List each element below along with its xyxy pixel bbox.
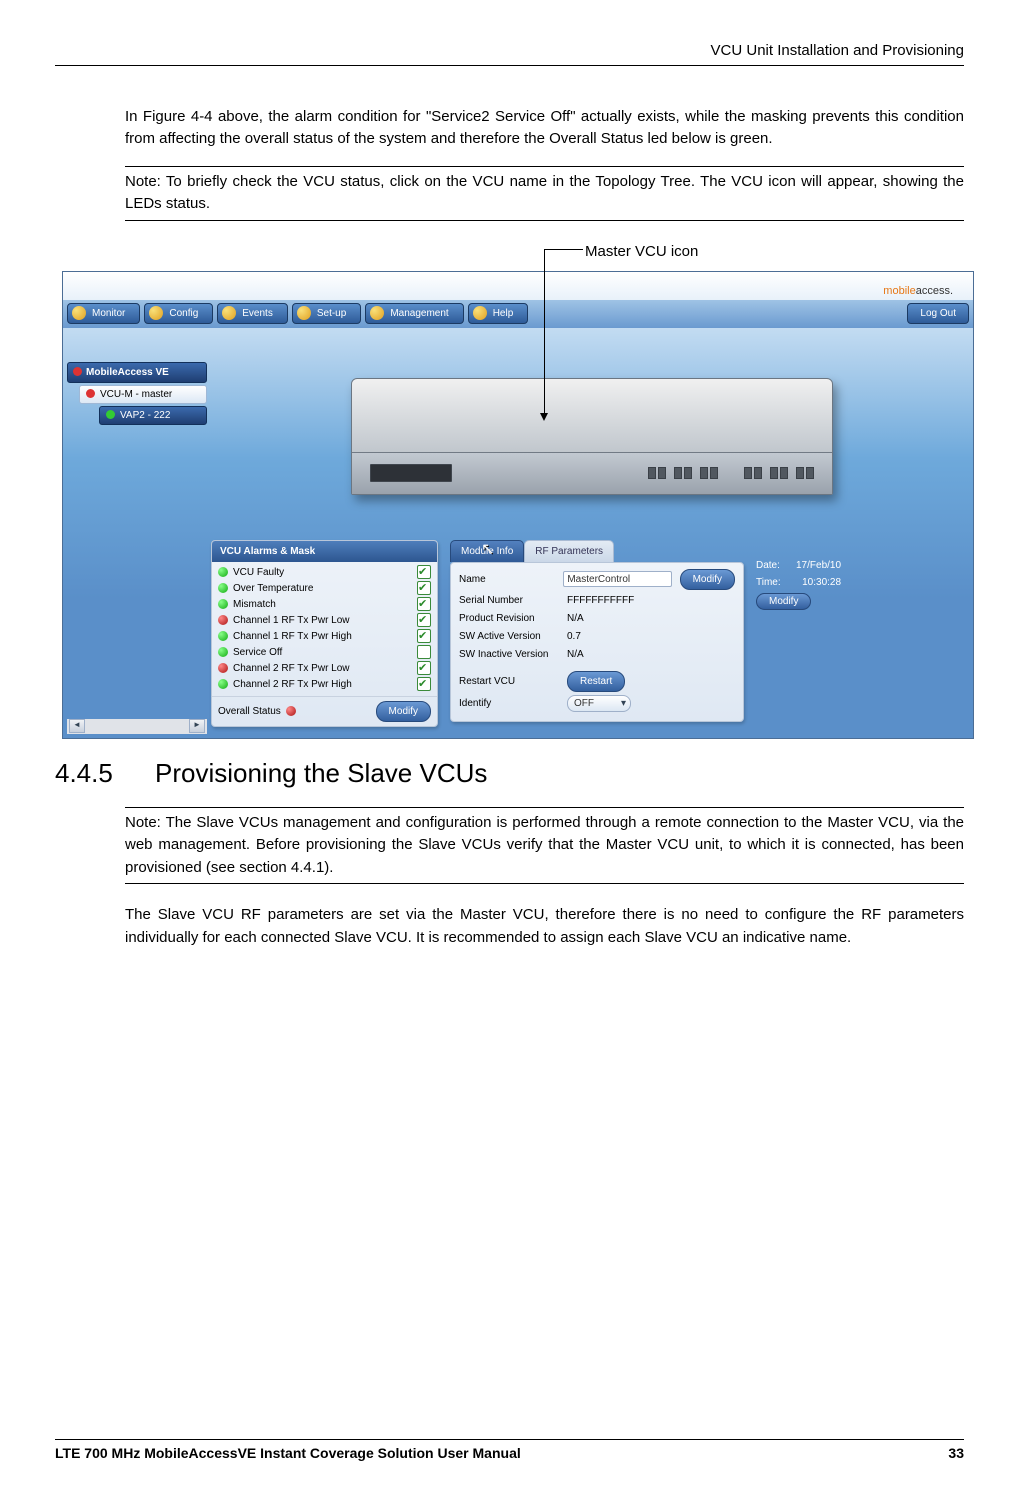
- logo: mobileaccess.: [883, 283, 953, 300]
- page-header: VCU Unit Installation and Provisioning: [55, 40, 964, 66]
- mask-checkbox[interactable]: [417, 565, 431, 579]
- status-dot-icon: [218, 663, 228, 673]
- serial-value: FFFFFFFFFFF: [567, 593, 679, 608]
- logout-button[interactable]: Log Out: [907, 303, 969, 324]
- menu-monitor[interactable]: Monitor: [67, 303, 140, 324]
- section-title: Provisioning the Slave VCUs: [155, 758, 487, 788]
- sidebar: MobileAccess VE VCU-M - master VAP2 - 22…: [63, 328, 211, 738]
- module-info-panel: Name MasterControl Modify Serial NumberF…: [450, 562, 744, 722]
- app-window: mobileaccess. Monitor Config Events Set-…: [62, 271, 974, 739]
- restart-button[interactable]: Restart: [567, 671, 625, 692]
- tree-root[interactable]: MobileAccess VE: [67, 362, 207, 383]
- status-dot-icon: [218, 679, 228, 689]
- alarms-modify-button[interactable]: Modify: [376, 701, 431, 722]
- vcu-device-icon[interactable]: [351, 378, 833, 495]
- alarm-row: VCU Faulty: [218, 565, 431, 581]
- arrow-down-icon: [540, 413, 548, 421]
- footer-title: LTE 700 MHz MobileAccessVE Instant Cover…: [55, 1443, 521, 1464]
- callout-vline: [544, 249, 545, 414]
- alarms-title: VCU Alarms & Mask: [212, 541, 437, 562]
- ports-icon: [370, 464, 452, 482]
- overall-status-dot-icon: [286, 706, 296, 716]
- callout: Master VCU icon: [535, 241, 964, 271]
- product-rev-label: Product Revision: [459, 611, 567, 626]
- cursor-icon: ↖: [481, 538, 494, 562]
- sw-inactive-label: SW Inactive Version: [459, 647, 567, 662]
- status-dot-icon: [218, 647, 228, 657]
- section-heading: 4.4.5Provisioning the Slave VCUs: [55, 754, 964, 793]
- name-input[interactable]: MasterControl: [563, 571, 671, 587]
- menu-config[interactable]: Config: [144, 303, 213, 324]
- product-rev-value: N/A: [567, 611, 679, 626]
- tree-node-vap2[interactable]: VAP2 - 222: [99, 406, 207, 425]
- restart-label: Restart VCU: [459, 674, 567, 689]
- date-label: Date:: [756, 558, 796, 573]
- alarm-row: Channel 1 RF Tx Pwr Low: [218, 613, 431, 629]
- status-dot-icon: [218, 583, 228, 593]
- alarm-row: Channel 1 RF Tx Pwr High: [218, 629, 431, 645]
- identify-select[interactable]: OFF: [567, 695, 631, 712]
- scroll-left-icon[interactable]: ◄: [69, 719, 85, 733]
- menu-setup[interactable]: Set-up: [292, 303, 361, 324]
- sidebar-h-scrollbar[interactable]: ◄ ►: [67, 719, 207, 734]
- scroll-right-icon[interactable]: ►: [189, 719, 205, 733]
- app-titlebar: mobileaccess.: [63, 272, 973, 300]
- alarm-row: Over Temperature: [218, 581, 431, 597]
- identify-label: Identify: [459, 696, 567, 711]
- alarm-row: Channel 2 RF Tx Pwr High: [218, 677, 431, 693]
- content-area: ↖ VCU Alarms & Mask VCU Faulty Over Temp…: [211, 328, 973, 738]
- sw-inactive-value: N/A: [567, 647, 679, 662]
- page-footer: LTE 700 MHz MobileAccessVE Instant Cover…: [55, 1439, 964, 1464]
- overall-status-label: Overall Status: [218, 704, 281, 719]
- mask-checkbox[interactable]: [417, 629, 431, 643]
- sw-active-value: 0.7: [567, 629, 679, 644]
- status-dot-icon: [218, 599, 228, 609]
- alarm-row: Mismatch: [218, 597, 431, 613]
- time-value: 10:30:28: [802, 575, 841, 590]
- footer-page-number: 33: [948, 1443, 964, 1464]
- mask-checkbox[interactable]: [417, 645, 431, 659]
- status-dot-icon: [218, 567, 228, 577]
- menu-help[interactable]: Help: [468, 303, 529, 324]
- time-label: Time:: [756, 575, 796, 590]
- menubar: Monitor Config Events Set-up Management …: [63, 300, 973, 328]
- mask-checkbox[interactable]: [417, 597, 431, 611]
- vcu-front-panel: [352, 452, 832, 494]
- note-box-1: Note: To briefly check the VCU status, c…: [125, 166, 964, 221]
- body-paragraph-1: In Figure 4-4 above, the alarm condition…: [125, 106, 964, 151]
- mask-checkbox[interactable]: [417, 613, 431, 627]
- module-panel-wrap: Module Info RF Parameters Name MasterCon…: [450, 540, 744, 722]
- menu-events[interactable]: Events: [217, 303, 288, 324]
- alarms-list: VCU Faulty Over Temperature Mismatch Cha…: [212, 562, 437, 696]
- callout-line: [545, 249, 583, 250]
- mask-checkbox[interactable]: [417, 677, 431, 691]
- datetime-panel: Date:17/Feb/10 Time: 10:30:28 Modify: [756, 540, 841, 610]
- led-block: [648, 467, 814, 479]
- body-paragraph-2: The Slave VCU RF parameters are set via …: [125, 904, 964, 949]
- serial-label: Serial Number: [459, 593, 567, 608]
- main-area: MobileAccess VE VCU-M - master VAP2 - 22…: [63, 328, 973, 738]
- mask-checkbox[interactable]: [417, 661, 431, 675]
- datetime-modify-button[interactable]: Modify: [756, 593, 811, 610]
- status-dot-icon: [218, 631, 228, 641]
- alarm-row: Channel 2 RF Tx Pwr Low: [218, 661, 431, 677]
- alarms-panel: VCU Alarms & Mask VCU Faulty Over Temper…: [211, 540, 438, 727]
- menu-management[interactable]: Management: [365, 303, 463, 324]
- callout-label: Master VCU icon: [585, 241, 698, 264]
- mask-checkbox[interactable]: [417, 581, 431, 595]
- note-box-2: Note: The Slave VCUs management and conf…: [125, 807, 964, 885]
- section-number: 4.4.5: [55, 754, 155, 793]
- bottom-panels: VCU Alarms & Mask VCU Faulty Over Temper…: [211, 540, 973, 737]
- date-value: 17/Feb/10: [796, 558, 841, 573]
- alarm-row: Service Off: [218, 645, 431, 661]
- name-modify-button[interactable]: Modify: [680, 569, 735, 590]
- sw-active-label: SW Active Version: [459, 629, 567, 644]
- alarms-footer: Overall Status Modify: [212, 696, 437, 726]
- status-dot-icon: [218, 615, 228, 625]
- tree-node-vcu-master[interactable]: VCU-M - master: [79, 385, 207, 404]
- name-label: Name: [459, 572, 563, 587]
- tab-rf-parameters[interactable]: RF Parameters: [524, 540, 614, 562]
